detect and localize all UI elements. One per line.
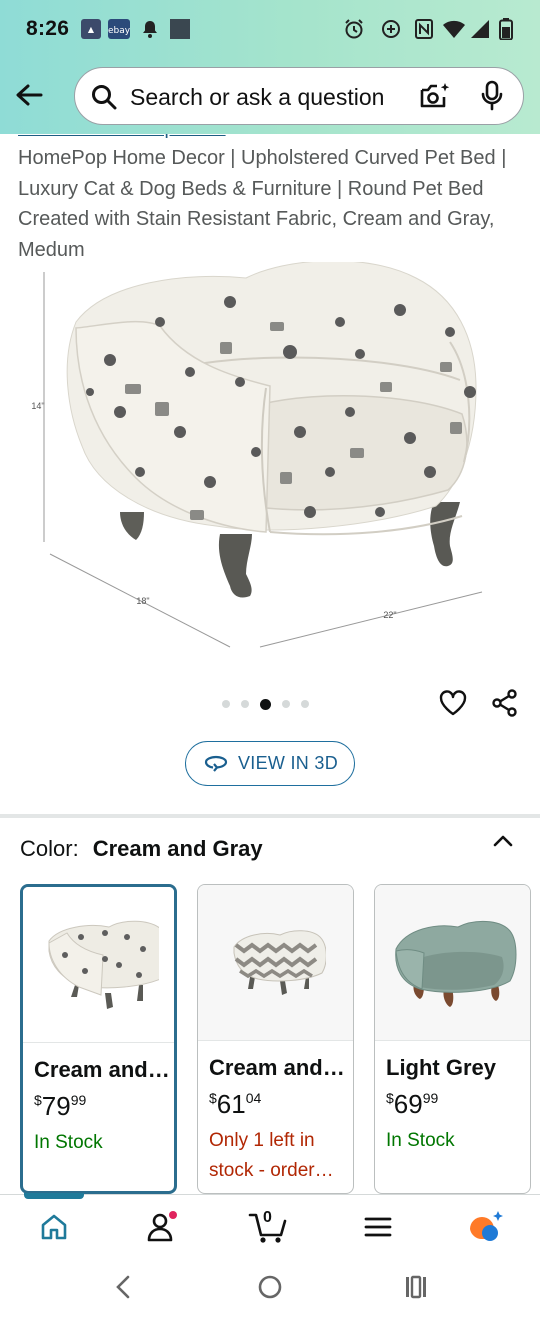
nav-cart-button[interactable]: 0 xyxy=(248,1207,288,1247)
wifi-icon xyxy=(443,20,465,38)
carousel-dot[interactable] xyxy=(282,700,290,708)
nav-account-button[interactable] xyxy=(141,1207,181,1247)
rufus-icon xyxy=(470,1211,503,1241)
carousel-dot[interactable] xyxy=(241,700,249,708)
account-icon xyxy=(147,1211,177,1242)
section-divider xyxy=(0,814,540,818)
chevron-chair-thumbnail xyxy=(233,929,326,995)
product-title: HomePop Home Decor | Upholstered Curved … xyxy=(18,147,507,261)
home-icon xyxy=(41,1214,67,1240)
grey-chair-thumbnail xyxy=(394,920,516,1007)
svg-text:ebay: ebay xyxy=(108,26,131,36)
carousel-dot[interactable] xyxy=(222,700,230,708)
ebay-icon: ebay xyxy=(108,19,131,39)
back-button[interactable] xyxy=(10,76,48,114)
data-saver-icon xyxy=(382,20,400,38)
color-option-name: Cream and Gray xyxy=(34,1057,170,1082)
alarm-icon xyxy=(345,19,363,39)
rotate-3d-icon xyxy=(204,755,228,772)
view-in-3d-button[interactable]: VIEW IN 3D xyxy=(185,741,355,786)
depth-dimension-label: 18" xyxy=(136,596,149,606)
product-image[interactable]: 14" 18" 22" xyxy=(30,262,520,662)
svg-text:▲: ▲ xyxy=(88,25,95,34)
stock-status: Only 1 left in stock - order soon. xyxy=(209,1130,315,1181)
nfc-icon xyxy=(415,19,433,39)
color-option-card[interactable]: Cream and Gray $6104 Only 1 left in stoc… xyxy=(197,884,354,1194)
view-in-3d-label: VIEW IN 3D xyxy=(237,753,338,773)
color-swatch-list: Cream and Gray $7999 In Stock Cream and … xyxy=(0,882,540,1194)
stock-status: In Stock xyxy=(34,1132,103,1153)
carousel-dot-active[interactable] xyxy=(260,698,271,710)
color-selector-header: Color: Cream and Gray xyxy=(20,836,263,862)
color-option-name: Light Grey xyxy=(386,1055,497,1080)
color-option-card[interactable]: Light Grey $6999 In Stock xyxy=(374,884,531,1194)
signal-icon xyxy=(471,20,489,38)
bottom-navigation-bar: 0 xyxy=(0,1193,540,1256)
color-option-image xyxy=(198,885,353,1041)
height-dimension-label: 14" xyxy=(31,401,44,411)
color-option-image xyxy=(375,885,530,1041)
nav-menu-button[interactable] xyxy=(358,1207,398,1247)
stock-status: In Stock xyxy=(386,1130,455,1151)
color-option-name: Cream and Gray xyxy=(209,1055,345,1080)
amazon-product-page: 8:26 ▲ ebay Search or ask a question Hom… xyxy=(0,0,540,1320)
search-icon xyxy=(92,85,117,110)
status-bar: 8:26 ▲ ebay xyxy=(0,0,540,58)
cart-count: 0 xyxy=(263,1209,272,1226)
color-option-price: $6104 xyxy=(209,1089,262,1119)
carousel-dot[interactable] xyxy=(301,700,309,708)
patterned-chair-thumbnail xyxy=(47,920,159,1009)
heart-icon[interactable] xyxy=(438,688,468,718)
microphone-icon[interactable] xyxy=(481,80,503,112)
system-home-icon[interactable] xyxy=(257,1274,283,1300)
selected-color-value: Cream and Gray xyxy=(92,836,263,861)
nav-rufus-button[interactable] xyxy=(465,1207,505,1247)
share-icon[interactable] xyxy=(490,688,520,718)
app-square-icon xyxy=(170,19,190,39)
color-option-price: $7999 xyxy=(34,1091,87,1121)
color-label: Color: xyxy=(20,836,79,861)
menu-icon xyxy=(364,1217,392,1237)
notification-bell-icon xyxy=(143,21,157,38)
system-back-icon[interactable] xyxy=(114,1274,132,1300)
active-tab-indicator xyxy=(24,1193,84,1199)
header-background: 8:26 ▲ ebay Search or ask a question xyxy=(0,0,540,134)
camera-search-icon[interactable] xyxy=(419,81,451,111)
arrow-left-icon xyxy=(16,84,43,106)
news-icon: ▲ xyxy=(81,19,101,39)
system-recents-icon[interactable] xyxy=(404,1274,428,1300)
search-placeholder: Search or ask a question xyxy=(130,84,385,110)
color-option-price: $6999 xyxy=(386,1089,439,1119)
chevron-up-icon[interactable] xyxy=(492,832,514,850)
battery-icon xyxy=(499,18,513,40)
color-option-image xyxy=(23,887,174,1043)
search-input[interactable]: Search or ask a question xyxy=(74,67,524,125)
nav-home-button[interactable] xyxy=(34,1207,74,1247)
status-time: 8:26 xyxy=(26,17,70,40)
system-navigation-bar xyxy=(0,1256,540,1320)
image-carousel-indicator xyxy=(222,698,309,710)
width-dimension-label: 22" xyxy=(383,610,396,620)
search-bar-row: Search or ask a question xyxy=(0,64,540,128)
color-option-card[interactable]: Cream and Gray $7999 In Stock xyxy=(20,884,177,1194)
